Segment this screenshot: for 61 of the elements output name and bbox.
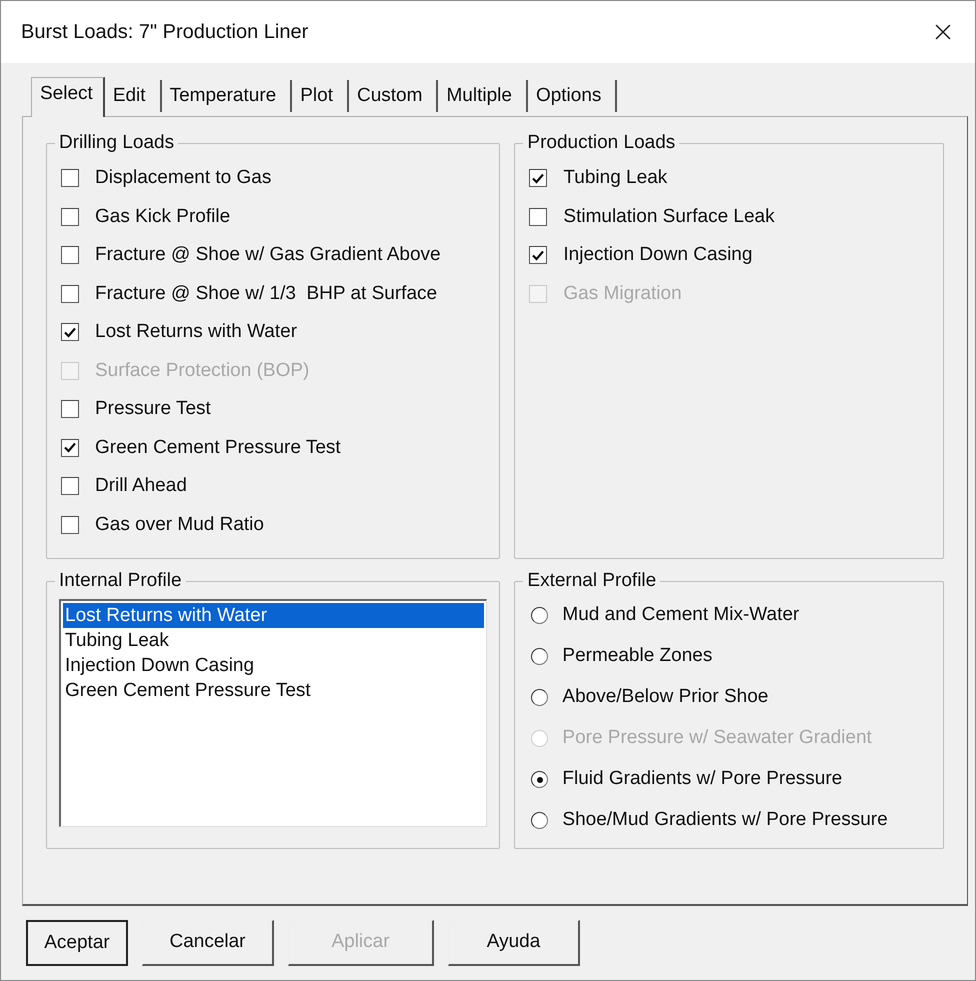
checkbox-label: Fracture @ Shoe w/ Gas Gradient Above [95,243,441,267]
tab[interactable]: Edit [104,80,162,112]
checkbox-label: Injection Down Casing [563,243,752,267]
group-title: Drilling Loads [58,131,176,155]
checkbox[interactable] [61,208,79,226]
tab[interactable]: Multiple [438,80,528,112]
checkbox[interactable] [61,477,79,496]
checkbox-label: Fracture @ Shoe w/ 1/3 BHP at Surface [95,282,438,306]
tab[interactable]: Options [528,80,618,112]
checkbox[interactable] [61,284,79,303]
checkbox[interactable] [529,169,548,188]
dialog-button[interactable]: Ayuda [448,920,580,966]
radio-label: Mud and Cement Mix-Water [562,603,800,628]
radio-label: Fluid Gradients w/ Pore Pressure [562,767,842,792]
list-item[interactable]: Lost Returns with Water [63,603,484,628]
list-item[interactable]: Tubing Leak [63,628,484,653]
check-icon [64,442,76,454]
radio-label: Above/Below Prior Shoe [562,685,768,710]
checkbox-label: Gas over Mud Ratio [95,512,264,536]
checkbox-label: Green Cement Pressure Test [95,436,341,460]
tab[interactable]: Plot [292,80,349,112]
group-title: External Profile [526,569,658,593]
checkbox[interactable] [529,246,548,264]
check-icon [64,326,76,338]
dialog-button[interactable]: Aceptar [26,920,128,966]
tab[interactable]: Select [31,77,105,117]
list-item[interactable]: Injection Down Casing [63,653,484,678]
checkbox-label: Tubing Leak [563,166,668,190]
window-title: Burst Loads: 7" Production Liner [21,20,308,45]
checkbox[interactable] [61,438,79,457]
list-box[interactable]: Lost Returns with Water Tubing Leak Injection Down Casing Green Cement Pressure Test [59,599,488,827]
group-title: Internal Profile [58,569,183,593]
radio-button[interactable] [531,607,548,624]
radio-label: Pore Pressure w/ Seawater Gradient [562,726,872,750]
tab[interactable]: Custom [348,80,438,112]
radio-button[interactable] [531,812,548,829]
checkbox[interactable] [61,246,79,264]
group-title: Production Loads [526,131,676,155]
dialog-button[interactable]: Cancelar [142,920,274,966]
radio-button[interactable] [531,771,548,788]
checkbox-label: Gas Migration [563,282,682,306]
radio-label: Shoe/Mud Gradients w/ Pore Pressure [562,808,888,832]
checkbox-label: Surface Protection (BOP) [95,358,310,382]
checkbox-label: Pressure Test [95,397,211,421]
checkbox[interactable] [61,400,79,418]
check-icon [532,172,544,184]
radio-button[interactable] [531,648,548,665]
checkbox-label: Gas Kick Profile [95,204,230,228]
list-item[interactable]: Green Cement Pressure Test [63,678,484,703]
radio-label: Permeable Zones [562,644,712,668]
tab[interactable]: Temperature [162,80,292,112]
checkbox[interactable] [529,208,548,226]
checkbox[interactable] [61,516,79,534]
checkbox-label: Lost Returns with Water [95,320,298,344]
checkbox[interactable] [61,323,79,342]
checkbox-label: Stimulation Surface Leak [563,204,775,228]
radio-button[interactable] [531,689,548,706]
checkbox-label: Displacement to Gas [95,166,272,190]
checkbox-label: Drill Ahead [95,474,187,498]
checkbox[interactable] [61,169,79,188]
check-icon [532,250,544,261]
